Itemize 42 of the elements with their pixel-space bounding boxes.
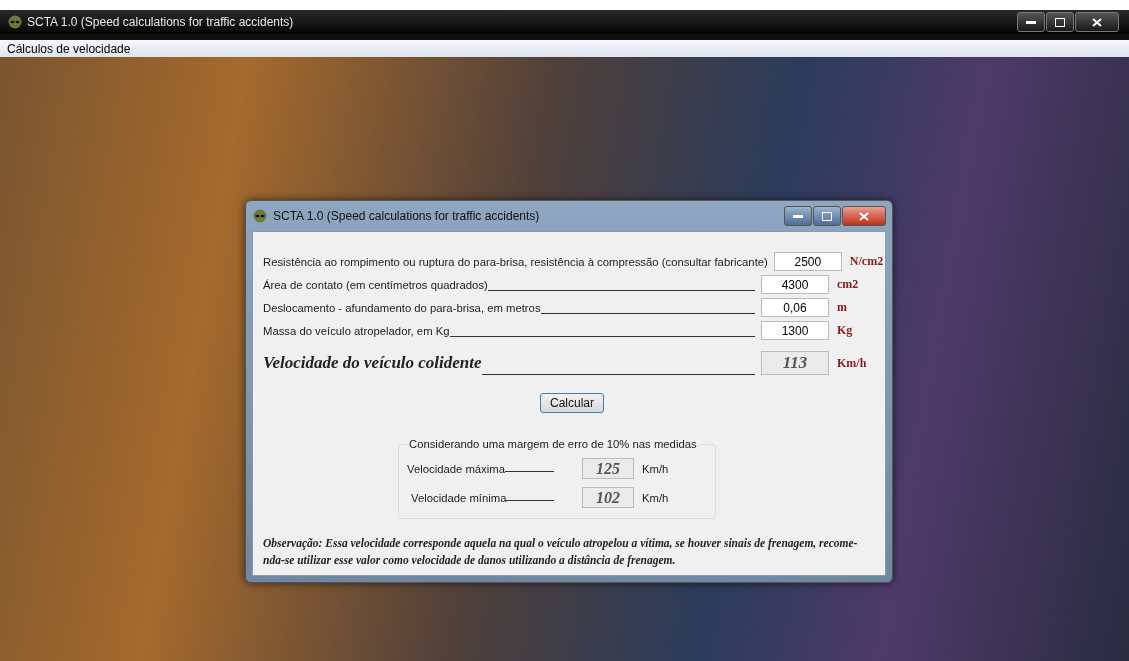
maximize-icon [822, 211, 832, 221]
minimize-icon [793, 214, 803, 218]
input-field[interactable]: 4300 [761, 275, 829, 294]
alien-head-icon [253, 209, 267, 223]
close-icon [1092, 17, 1102, 27]
unit-label: Kg [837, 323, 854, 338]
dialog-title: SCTA 1.0 (Speed calculations for traffic accidents) [273, 209, 541, 223]
field-label: Resistência ao rompimento ou ruptura do para-brisa, resistência à compressão (consultar fabricante) [263, 255, 768, 268]
input-field[interactable]: 0,06 [761, 298, 829, 317]
group-title: Considerando uma margem de erro de 10% nas medidas [408, 438, 698, 450]
result-field: 102 [582, 487, 634, 508]
close-icon [859, 211, 869, 221]
field-label: Deslocamento - afundamento do para-brisa, em metros [263, 301, 541, 314]
close-button[interactable] [842, 206, 886, 226]
maximize-button[interactable] [1046, 12, 1074, 32]
maximize-button[interactable] [813, 206, 841, 226]
menu-item[interactable]: Cálculos de velocidade [2, 41, 136, 56]
unit-label: m [837, 300, 848, 315]
minimize-icon [1026, 20, 1036, 24]
note-text: nda-se utilizar esse valor como velocidade de danos utilizando a distância de frenagem. [263, 553, 677, 569]
field-label: Área de contato (em centímetros quadrados) [263, 278, 488, 291]
unit-label: Km/h [642, 462, 669, 475]
minimize-button[interactable] [1017, 12, 1045, 32]
unit-label: N/cm2 [849, 254, 884, 269]
window-title: SCTA 1.0 (Speed calculations for traffic accidents) [27, 15, 294, 29]
close-button[interactable] [1075, 12, 1119, 32]
note-text: Observação: Essa velocidade corresponde aquela na qual o veículo atropelou a vítima, se houver sinais de frenagem, recome- [263, 536, 859, 552]
unit-label: cm2 [837, 277, 860, 292]
result-label: Velocidade do veículo colidente [263, 353, 482, 373]
maximize-icon [1055, 17, 1065, 27]
input-field[interactable]: 2500 [773, 252, 842, 271]
result-field: 113 [761, 351, 829, 375]
calculate-button[interactable]: Calcular [540, 393, 604, 413]
field-label: Massa do veículo atropelador, em Kg [263, 324, 450, 337]
unit-label: Km/h [837, 355, 868, 371]
alien-head-icon [8, 15, 22, 29]
unit-label: Km/h [642, 491, 669, 504]
result-field: 125 [582, 458, 634, 479]
field-label: Velocidade mínima [410, 491, 507, 504]
input-field[interactable]: 1300 [761, 321, 829, 340]
minimize-button[interactable] [784, 206, 812, 226]
field-label: Velocidade máxima [407, 462, 505, 475]
